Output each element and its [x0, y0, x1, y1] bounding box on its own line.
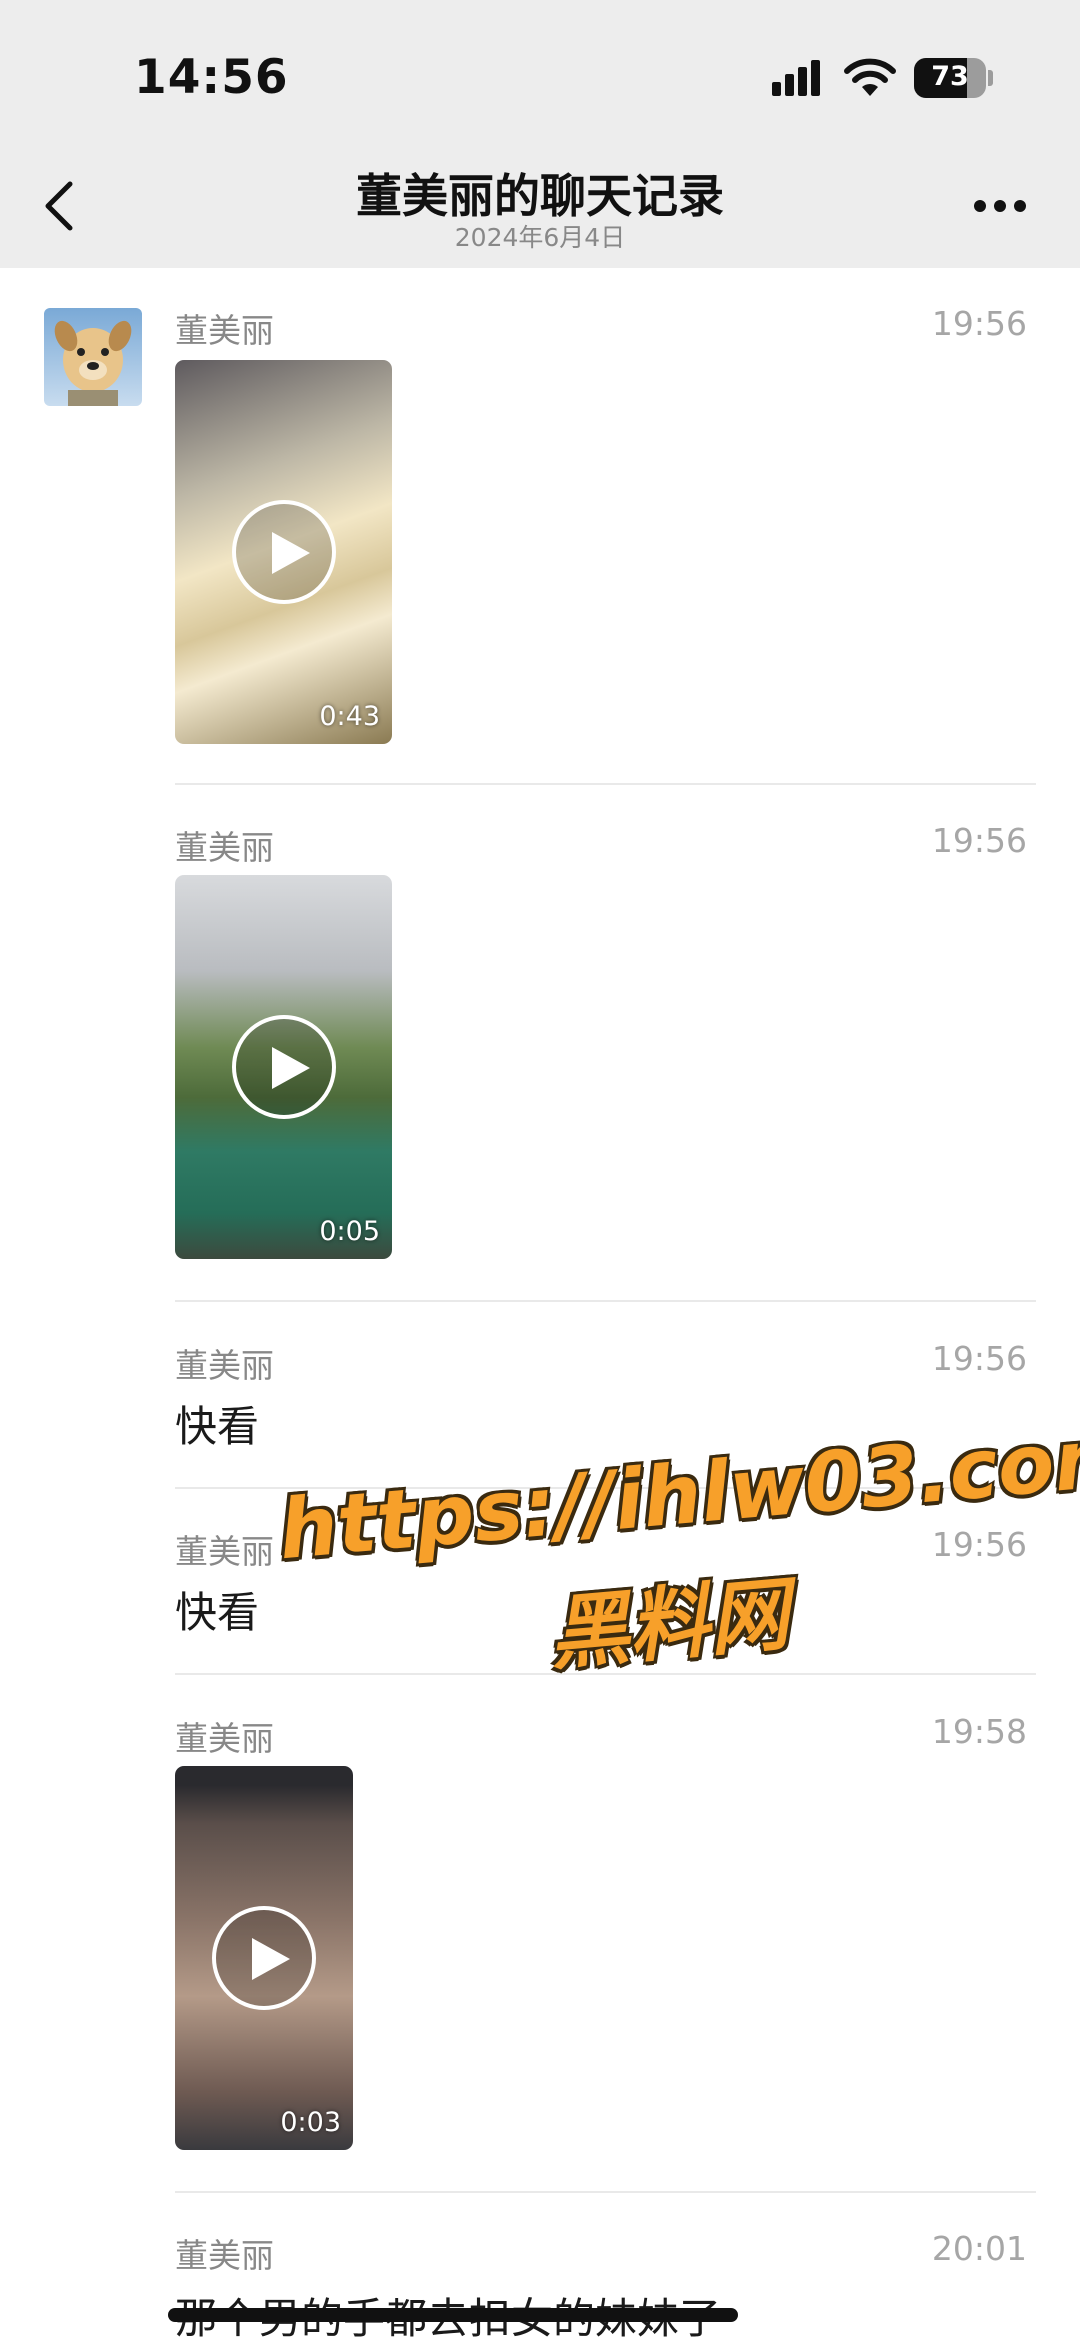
battery-icon: 73 — [914, 58, 986, 98]
divider — [175, 783, 1036, 785]
message-item: 董美丽 19:58 0:03 — [175, 1712, 1036, 2152]
battery-percent: 73 — [931, 61, 969, 92]
watermark: https://ihlw03.com 黑料网 — [275, 1408, 1080, 1742]
video-thumbnail[interactable]: 0:43 — [175, 360, 392, 744]
header: 14:56 73 董美丽的聊天记录 2024年6月4日 — [0, 0, 1080, 268]
sender-name: 董美丽 — [175, 828, 274, 867]
page-title: 董美丽的聊天记录 — [356, 169, 724, 223]
sender-name: 董美丽 — [175, 1719, 274, 1758]
message-item: 董美丽 20:01 那个男的手都去扣女的妹妹了 — [175, 2229, 1036, 2343]
message-time: 19:56 — [931, 1339, 1027, 1378]
page-subtitle: 2024年6月4日 — [454, 223, 626, 252]
divider — [175, 1300, 1036, 1302]
message-time: 19:56 — [931, 304, 1027, 343]
status-time: 14:56 — [134, 50, 289, 105]
avatar[interactable] — [44, 308, 142, 406]
message-time: 19:56 — [931, 821, 1027, 860]
strikethrough-mark — [168, 2308, 738, 2322]
message-time: 20:01 — [931, 2229, 1027, 2268]
cellular-signal-icon — [772, 60, 820, 96]
video-duration: 0:03 — [280, 2107, 341, 2138]
more-dots-icon[interactable] — [972, 198, 1028, 214]
video-thumbnail[interactable]: 0:03 — [175, 1766, 353, 2150]
sender-name: 董美丽 — [175, 311, 274, 350]
wifi-icon — [844, 58, 896, 96]
play-icon — [271, 1047, 310, 1089]
play-button[interactable] — [231, 1015, 336, 1119]
play-icon — [252, 1938, 290, 1980]
divider — [175, 2191, 1036, 2193]
dog-avatar-icon — [44, 308, 142, 406]
video-duration: 0:43 — [319, 701, 380, 732]
battery-cap — [988, 70, 993, 86]
sender-name: 董美丽 — [175, 2236, 274, 2275]
play-button[interactable] — [212, 1906, 316, 2010]
play-icon — [271, 532, 310, 574]
play-button[interactable] — [231, 500, 336, 604]
sender-name: 董美丽 — [175, 1346, 274, 1385]
video-thumbnail[interactable]: 0:05 — [175, 875, 392, 1259]
message-item: 董美丽 19:56 0:05 — [175, 821, 1036, 1261]
sender-name: 董美丽 — [175, 1532, 274, 1571]
message-time: 19:58 — [931, 1712, 1027, 1751]
message-item: 董美丽 19:56 0:43 — [175, 304, 1036, 744]
message-text: 快看 — [175, 1402, 260, 1451]
message-text: 快看 — [175, 1588, 260, 1637]
video-duration: 0:05 — [319, 1216, 380, 1247]
